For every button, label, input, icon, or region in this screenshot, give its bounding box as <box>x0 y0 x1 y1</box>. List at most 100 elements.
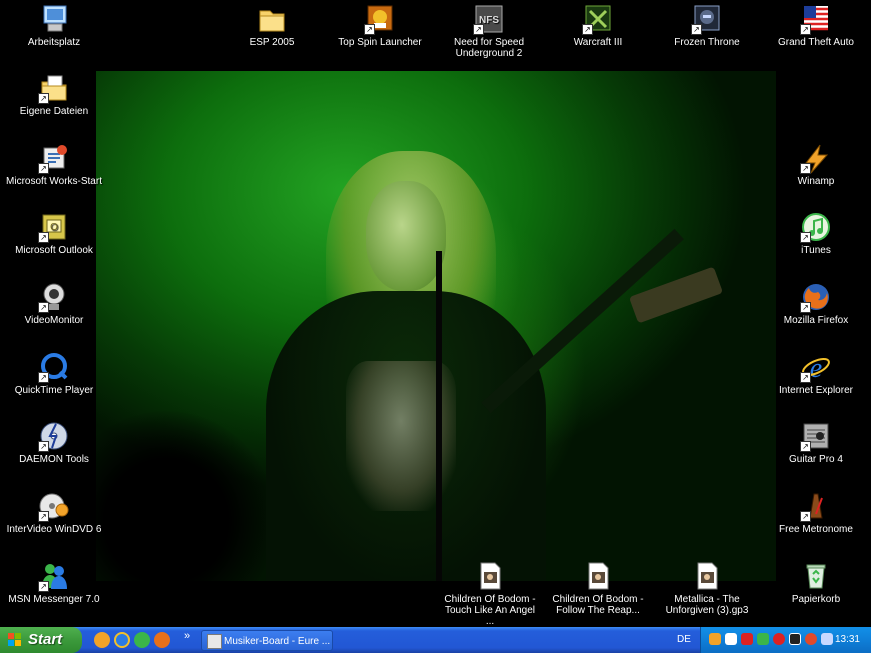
desktop-icon-frozen-throne[interactable]: ↗ Frozen Throne <box>657 3 757 48</box>
desktop-icon-winamp[interactable]: ↗ Winamp <box>766 142 866 187</box>
icon-label: Metallica - The Unforgiven (3).gp3 <box>665 594 749 616</box>
icon-label: Need for Speed Underground 2 <box>453 37 525 59</box>
desktop-icon-quicktime[interactable]: ↗ QuickTime Player <box>4 351 104 396</box>
refresh-icon[interactable] <box>134 632 150 648</box>
desktop-icon-nfs-underground-2[interactable]: NFS ↗ Need for Speed Underground 2 <box>439 3 539 59</box>
tray-messenger-icon[interactable] <box>757 633 769 645</box>
desktop-icon-guitar-pro[interactable]: ↗ Guitar Pro 4 <box>766 420 866 465</box>
wallpaper-face <box>366 181 446 291</box>
icon-label: iTunes <box>801 245 831 256</box>
icon-label: VideoMonitor <box>24 315 84 326</box>
icon-label: Frozen Throne <box>674 37 740 48</box>
ie-icon[interactable] <box>114 632 130 648</box>
icon-label: Children Of Bodom - Follow The Reap... <box>552 594 644 616</box>
desktop-icon-works[interactable]: ↗ Microsoft Works-Start <box>4 142 104 187</box>
tray-network-icon[interactable] <box>709 633 721 645</box>
wallpaper-guitar-neck <box>481 228 684 414</box>
warcraft-icon: ↗ <box>582 3 614 35</box>
desktop-icon-free-metronome[interactable]: ↗ Free Metronome <box>766 490 866 535</box>
desktop-icon-eigene-dateien[interactable]: ↗ Eigene Dateien <box>4 72 104 117</box>
nfs-icon: NFS ↗ <box>473 3 505 35</box>
shortcut-arrow-icon: ↗ <box>38 372 49 383</box>
windvd-icon: ↗ <box>38 490 70 522</box>
shortcut-arrow-icon: ↗ <box>38 302 49 313</box>
wallpaper-mic-stand <box>436 251 442 581</box>
shortcut-arrow-icon: ↗ <box>800 372 811 383</box>
system-tray: 13:31 <box>700 627 871 653</box>
desktop-icon-msn[interactable]: ↗ MSN Messenger 7.0 <box>4 560 104 605</box>
desktop-icon-arbeitsplatz[interactable]: Arbeitsplatz <box>4 3 104 48</box>
desktop-file-metallica-unforgiven[interactable]: Metallica - The Unforgiven (3).gp3 <box>657 560 757 616</box>
tray-safely-remove-icon[interactable] <box>821 633 833 645</box>
shortcut-arrow-icon: ↗ <box>38 441 49 452</box>
shortcut-arrow-icon: ↗ <box>800 163 811 174</box>
desktop-icon-esp-2005[interactable]: ESP 2005 <box>222 3 322 48</box>
desktop-icon-gta[interactable]: ↗ Grand Theft Auto <box>766 3 866 48</box>
quicklaunch-icon[interactable] <box>94 632 110 648</box>
start-button[interactable]: Start <box>0 627 82 653</box>
desktop-icon-warcraft-3[interactable]: ↗ Warcraft III <box>548 3 648 48</box>
tray-update-icon[interactable] <box>805 633 817 645</box>
browser-window-icon <box>207 634 222 649</box>
msn-icon: ↗ <box>38 560 70 592</box>
frozen-throne-icon: ↗ <box>691 3 723 35</box>
quicktime-icon: ↗ <box>38 351 70 383</box>
tray-volume-icon[interactable] <box>725 633 737 645</box>
winamp-icon: ↗ <box>800 142 832 174</box>
tray-antivirus-icon[interactable] <box>741 633 753 645</box>
language-indicator[interactable]: DE <box>677 627 691 653</box>
shortcut-arrow-icon: ↗ <box>582 24 593 35</box>
firefox-icon[interactable] <box>154 632 170 648</box>
metronome-icon: ↗ <box>800 490 832 522</box>
desktop-icon-papierkorb[interactable]: Papierkorb <box>766 560 866 605</box>
shortcut-arrow-icon: ↗ <box>473 24 484 35</box>
desktop-icon-windvd[interactable]: ↗ InterVideo WinDVD 6 <box>4 490 104 535</box>
desktop-icon-videomonitor[interactable]: ↗ VideoMonitor <box>4 281 104 326</box>
svg-text:e: e <box>810 353 822 383</box>
icon-label: ESP 2005 <box>249 37 295 48</box>
desktop-file-cob-touch-like-an-angel[interactable]: Children Of Bodom - Touch Like An Angel … <box>440 560 540 627</box>
icon-label: DAEMON Tools <box>19 454 89 465</box>
taskbar-task-musiker-board[interactable]: Musiker-Board - Eure ... <box>201 630 333 651</box>
svg-text:O: O <box>50 222 58 233</box>
shortcut-arrow-icon: ↗ <box>800 441 811 452</box>
computer-icon <box>38 3 70 35</box>
folder-icon <box>256 3 288 35</box>
topspin-icon: ↗ <box>364 3 396 35</box>
webcam-icon: ↗ <box>38 281 70 313</box>
icon-label: Children Of Bodom - Touch Like An Angel … <box>444 594 536 627</box>
icon-label: Top Spin Launcher <box>338 37 422 48</box>
icon-label: Free Metronome <box>779 524 853 535</box>
icon-label: Mozilla Firefox <box>783 315 849 326</box>
desktop-icon-daemon-tools[interactable]: ↗ DAEMON Tools <box>4 420 104 465</box>
quicklaunch-expand-button[interactable]: » <box>184 630 190 642</box>
icon-label: Grand Theft Auto <box>778 37 854 48</box>
icon-label: Winamp <box>797 176 835 187</box>
desktop-icon-internet-explorer[interactable]: e ↗ Internet Explorer <box>766 351 866 396</box>
desktop-icon-outlook[interactable]: O ↗ Microsoft Outlook <box>4 211 104 256</box>
shortcut-arrow-icon: ↗ <box>800 302 811 313</box>
icon-label: Arbeitsplatz <box>27 37 81 48</box>
shortcut-arrow-icon: ↗ <box>364 24 375 35</box>
icon-label: Microsoft Outlook <box>15 245 93 256</box>
tray-flash-icon[interactable] <box>773 633 785 645</box>
desktop-icon-firefox[interactable]: ↗ Mozilla Firefox <box>766 281 866 326</box>
my-documents-icon: ↗ <box>38 72 70 104</box>
desktop-icon-itunes[interactable]: ↗ iTunes <box>766 211 866 256</box>
task-label: Musiker-Board - Eure ... <box>224 636 331 647</box>
shortcut-arrow-icon: ↗ <box>800 511 811 522</box>
shortcut-arrow-icon: ↗ <box>38 511 49 522</box>
wallpaper-shadow <box>96 411 276 581</box>
windows-flag-icon <box>8 633 22 647</box>
desktop-icon-top-spin[interactable]: ↗ Top Spin Launcher <box>330 3 430 48</box>
icon-label: Internet Explorer <box>779 385 853 396</box>
shortcut-arrow-icon: ↗ <box>800 232 811 243</box>
works-icon: ↗ <box>38 142 70 174</box>
desktop-file-cob-follow-the-reaper[interactable]: Children Of Bodom - Follow The Reap... <box>548 560 648 616</box>
clock[interactable]: 13:31 <box>835 627 860 653</box>
icon-label: MSN Messenger 7.0 <box>8 594 100 605</box>
tray-media-icon[interactable] <box>789 633 801 645</box>
shortcut-arrow-icon: ↗ <box>38 581 49 592</box>
shortcut-arrow-icon: ↗ <box>691 24 702 35</box>
desktop-wallpaper <box>96 71 776 581</box>
